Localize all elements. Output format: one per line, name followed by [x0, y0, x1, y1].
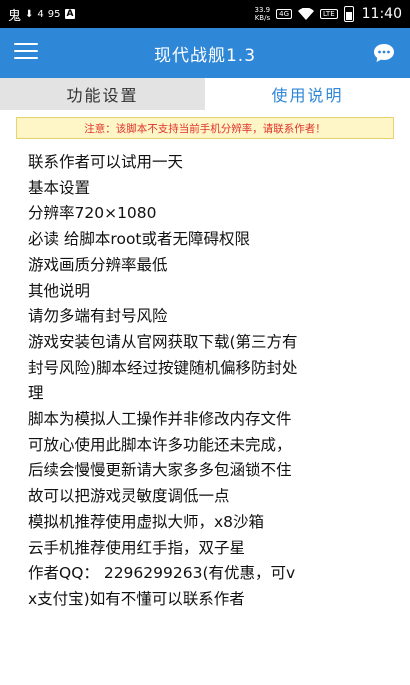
- instruction-line: 脚本为模拟人工操作并非修改内存文件: [28, 410, 292, 429]
- lte-badge: LTE: [320, 9, 338, 19]
- app-bar: 现代战舰1.3: [0, 28, 410, 78]
- instruction-line: x支付宝)如有不懂可以联系作者: [28, 589, 245, 608]
- status-right-icons: 33.9 KB/s 4G LTE 11:40: [255, 6, 402, 22]
- instruction-line: 分辨率720×1080: [28, 204, 157, 223]
- tab-function-settings[interactable]: 功能设置: [0, 78, 205, 110]
- instruction-line: 封号风险)脚本经过按键随机偏移防封处: [28, 358, 298, 377]
- instruction-line: 模拟机推荐使用虚拟大师，x8沙箱: [28, 512, 265, 531]
- instruction-line: 云手机推荐使用红手指，双子星: [28, 538, 246, 557]
- instruction-line: 基本设置: [28, 178, 91, 197]
- notification-app-icon: 鬼: [8, 8, 22, 24]
- hamburger-menu-icon[interactable]: [14, 43, 38, 63]
- notification-number-2: 95: [47, 8, 61, 20]
- network-speed: 33.9 KB/s: [255, 6, 271, 22]
- instruction-line: 故可以把游戏灵敏度调低一点: [28, 487, 230, 506]
- instruction-line: 可放心使用此脚本许多功能还未完成，: [28, 435, 292, 454]
- instruction-line: 游戏画质分辨率最低: [28, 255, 168, 274]
- clock: 11:40: [361, 6, 402, 22]
- notification-a-icon: A: [64, 9, 76, 19]
- tab-usage-instructions[interactable]: 使用说明: [205, 78, 410, 110]
- download-icon: ⬇: [25, 8, 34, 20]
- instruction-line: 其他说明: [28, 281, 91, 300]
- notification-number: 4: [37, 8, 44, 20]
- chat-bubble-icon[interactable]: [372, 41, 396, 65]
- wifi-icon: [298, 7, 314, 20]
- warning-notice: 注意：该脚本不支持当前手机分辨率，请联系作者！: [16, 117, 394, 139]
- network-type-badge: 4G: [276, 9, 292, 19]
- battery-icon: [343, 6, 354, 22]
- status-bar: 鬼 ⬇ 4 95 A 33.9 KB/s 4G LTE 11:40: [0, 0, 410, 28]
- instruction-line: 联系作者可以试用一天: [28, 153, 184, 171]
- instruction-line: 游戏安装包请从官网获取下载(第三方有: [28, 332, 298, 351]
- instruction-line: 后续会慢慢更新请大家多多包涵锁不住: [28, 461, 292, 480]
- instruction-line: 作者QQ： 2296299263(有优惠，可v: [28, 564, 296, 583]
- network-speed-value: 33.9: [254, 6, 271, 14]
- instruction-line: 理: [28, 384, 44, 403]
- app-title: 现代战舰1.3: [153, 45, 257, 66]
- instruction-line: 请勿多端有封号风险: [28, 307, 168, 326]
- tab-bar: 功能设置 使用说明: [0, 78, 410, 110]
- network-speed-unit: KB/s: [254, 14, 271, 22]
- status-left-icons: 鬼 ⬇ 4 95 A: [8, 5, 76, 24]
- instruction-line: 必读 给脚本root或者无障碍权限: [28, 230, 251, 249]
- instructions-content: 联系作者可以试用一天 基本设置 分辨率720×1080 必读 给脚本root或者…: [28, 150, 390, 613]
